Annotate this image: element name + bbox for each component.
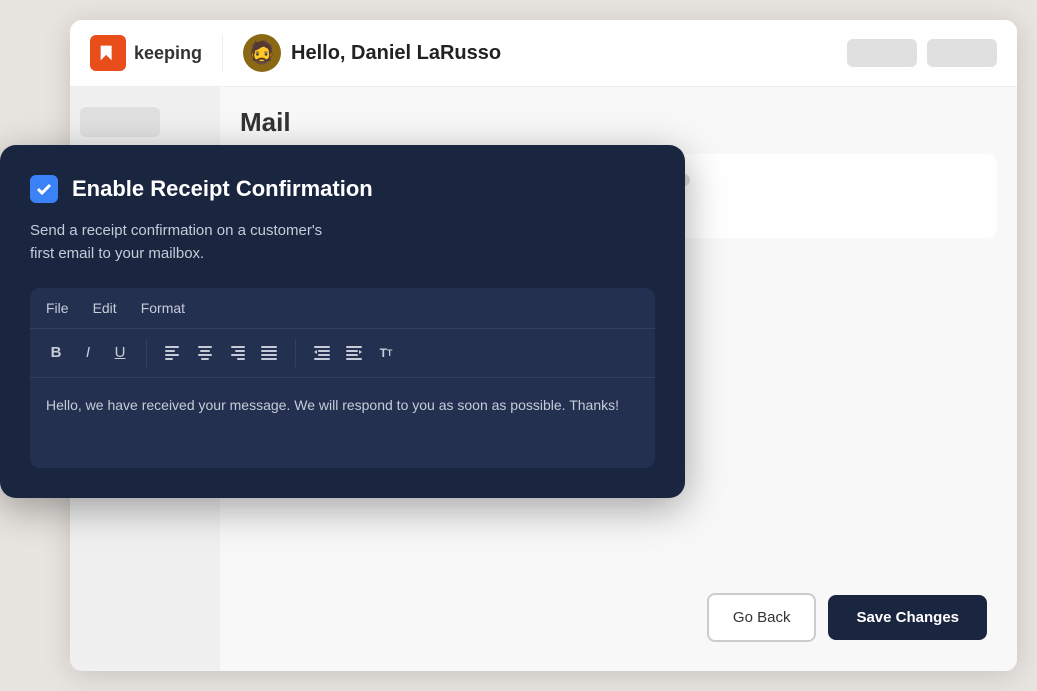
keeping-logo-icon: [90, 35, 126, 71]
app-header: keeping 🧔 Hello, Daniel LaRusso: [70, 20, 1017, 87]
editor-body[interactable]: Hello, we have received your message. We…: [30, 378, 655, 468]
action-buttons: Go Back Save Changes: [707, 593, 987, 642]
underline-button[interactable]: U: [106, 339, 134, 367]
user-greeting-area: 🧔 Hello, Daniel LaRusso: [243, 34, 827, 72]
modal-description: Send a receipt confirmation on a custome…: [30, 219, 655, 266]
font-size-button[interactable]: TT: [372, 339, 400, 367]
user-avatar: 🧔: [243, 34, 281, 72]
toolbar-align: [147, 339, 296, 367]
italic-button[interactable]: I: [74, 339, 102, 367]
menu-format[interactable]: Format: [141, 300, 185, 316]
go-back-button[interactable]: Go Back: [707, 593, 817, 642]
toolbar-indent: TT: [296, 339, 412, 367]
header-buttons: [847, 39, 997, 67]
align-left-button[interactable]: [159, 339, 187, 367]
indent-decrease-button[interactable]: [308, 339, 336, 367]
align-center-button[interactable]: [191, 339, 219, 367]
bold-button[interactable]: B: [42, 339, 70, 367]
content-title: Mail: [240, 107, 997, 138]
modal-title: Enable Receipt Confirmation: [72, 176, 373, 202]
align-right-button[interactable]: [223, 339, 251, 367]
enable-checkbox[interactable]: [30, 175, 58, 203]
modal-card: Enable Receipt Confirmation Send a recei…: [0, 145, 685, 498]
editor-menubar: File Edit Format: [30, 288, 655, 329]
save-changes-button[interactable]: Save Changes: [828, 595, 987, 640]
indent-increase-button[interactable]: [340, 339, 368, 367]
toolbar-text-format: B I U: [42, 339, 147, 367]
editor-text: Hello, we have received your message. We…: [46, 394, 639, 416]
align-justify-button[interactable]: [255, 339, 283, 367]
header-btn-2: [927, 39, 997, 67]
menu-edit[interactable]: Edit: [93, 300, 117, 316]
logo-area: keeping: [90, 35, 223, 71]
menu-file[interactable]: File: [46, 300, 69, 316]
header-btn-1: [847, 39, 917, 67]
sidebar-placeholder-1: [80, 107, 160, 137]
modal-header: Enable Receipt Confirmation: [30, 175, 655, 203]
editor-container[interactable]: File Edit Format B I U: [30, 288, 655, 468]
editor-toolbar: B I U: [30, 329, 655, 378]
greeting-text: Hello, Daniel LaRusso: [291, 42, 501, 65]
logo-text: keeping: [134, 43, 202, 64]
